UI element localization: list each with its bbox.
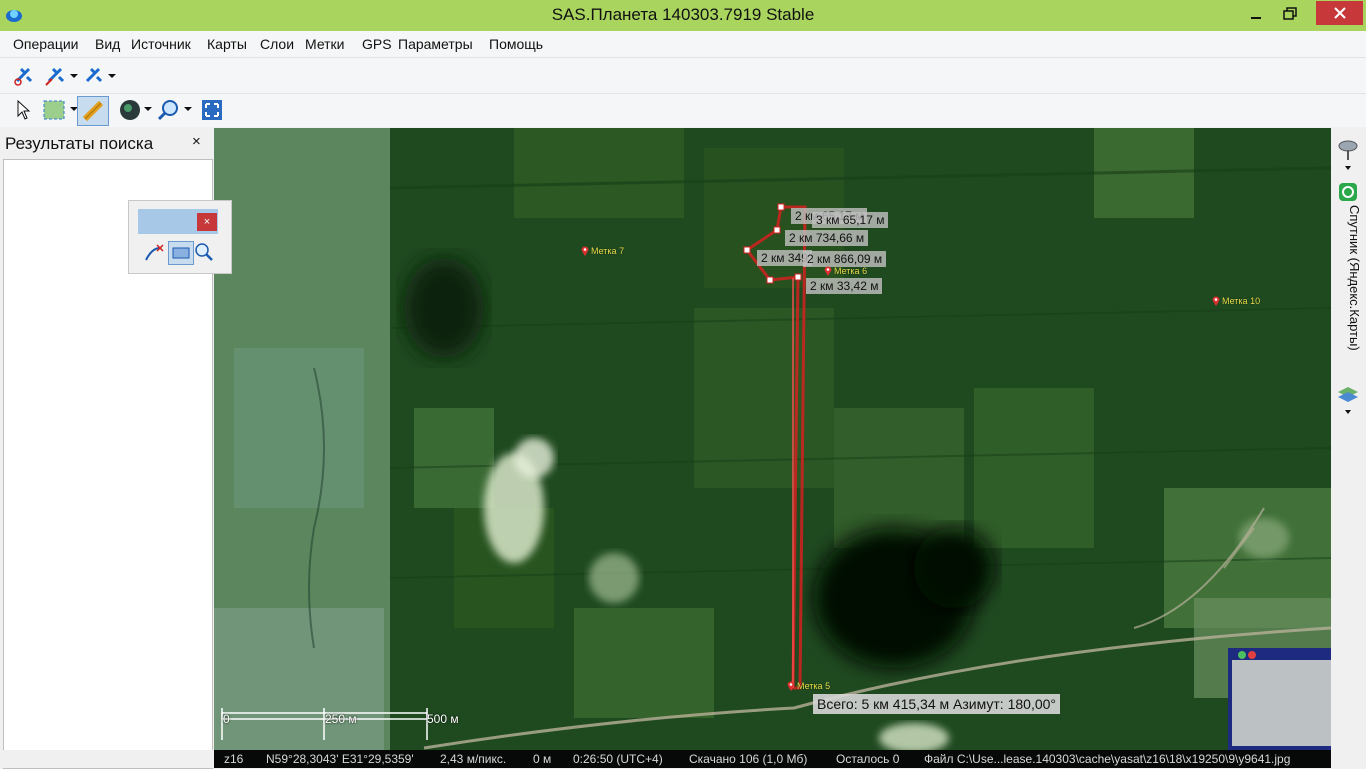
map-source-label[interactable]: Спутник (Яндекс.Карты) <box>1340 205 1362 375</box>
minimize-icon <box>1251 17 1261 19</box>
fullscreen-button[interactable] <box>199 98 225 122</box>
placemark-5[interactable]: Метка 5 <box>787 681 830 691</box>
restore-icon <box>1283 7 1297 20</box>
ruler-icon <box>82 100 104 122</box>
minimap-view <box>1232 660 1331 746</box>
toolbar-close-button[interactable]: × <box>197 213 217 231</box>
chevron-down-icon[interactable] <box>108 74 116 78</box>
placemark-label: Метка 5 <box>797 681 831 691</box>
status-resolution: 2,43 м/пикс. <box>440 752 507 766</box>
select-area-button[interactable] <box>41 98 67 122</box>
placemark-7[interactable]: Метка 7 <box>581 246 624 256</box>
menu-help[interactable]: Помощь <box>489 36 543 52</box>
panel-close-button[interactable]: × <box>192 133 201 150</box>
menu-bar: Операции Вид Источник Карты Слои Метки G… <box>0 31 1366 58</box>
magnifier-icon <box>195 243 213 261</box>
minimap-zoom-icons <box>1238 651 1256 659</box>
map-source-button[interactable] <box>1337 181 1359 203</box>
fullscreen-icon <box>202 100 222 120</box>
satellite-icon <box>14 67 33 86</box>
status-remaining: Осталось 0 <box>836 752 900 766</box>
scale-label: 500 м <box>427 712 459 726</box>
status-coordinates: N59°28,3043' E31°29,5359' <box>266 752 414 766</box>
layers-icon <box>1338 387 1358 414</box>
menu-maps[interactable]: Карты <box>207 36 247 52</box>
line-delete-icon <box>145 244 164 261</box>
status-altitude: 0 м <box>533 752 552 766</box>
satellite-icon <box>45 67 65 86</box>
status-file: Файл C:\Use...lease.140303\cache\yasat\z… <box>924 752 1291 766</box>
segment-label: 2 км 866,09 м <box>803 251 887 267</box>
chevron-down-icon[interactable] <box>184 107 192 111</box>
zoom-to-path-button[interactable] <box>193 241 215 263</box>
scale-label: 250 м <box>325 712 357 726</box>
panel-title: Результаты поиска <box>5 134 154 153</box>
satellite-imagery <box>214 128 1331 750</box>
move-tool-button[interactable] <box>12 98 36 122</box>
gps-settings-button[interactable] <box>80 65 106 87</box>
gps-track-button[interactable] <box>42 65 68 87</box>
select-area-icon <box>43 100 65 120</box>
menu-gps[interactable]: GPS <box>362 36 392 52</box>
gps-connect-button[interactable] <box>10 65 36 87</box>
total-distance-label: Всего: 5 км 415,34 м Азимут: 180,00° <box>813 694 1060 714</box>
chevron-down-icon[interactable] <box>144 107 152 111</box>
cursor-icon <box>17 100 31 120</box>
minimap[interactable] <box>1228 648 1331 750</box>
segment-label: 2 км 734,66 м <box>785 230 869 246</box>
menu-parameters[interactable]: Параметры <box>398 36 473 52</box>
segment-label: 2 км 33,42 м <box>806 278 883 294</box>
satellite-icon <box>85 67 103 83</box>
delete-point-button[interactable] <box>143 241 165 263</box>
globe-button[interactable] <box>117 98 143 122</box>
status-time: 0:26:50 (UTC+4) <box>573 752 663 766</box>
placemark-10[interactable]: Метка 10 <box>1212 296 1260 306</box>
map-source-icon <box>1339 183 1357 201</box>
scale-label: 0 <box>223 712 230 726</box>
satellite-dish-icon <box>1338 140 1358 170</box>
placemark-label: Метка 6 <box>834 266 868 276</box>
main-toolbar <box>0 94 1366 127</box>
menu-layers[interactable]: Слои <box>260 36 294 52</box>
close-icon <box>1333 7 1346 19</box>
globe-icon <box>120 100 140 120</box>
segment-label: 3 км 65,17 м <box>812 212 889 228</box>
menu-view[interactable]: Вид <box>95 36 120 52</box>
status-downloaded: Скачано 106 (1,0 Мб) <box>689 752 808 766</box>
map-view[interactable]: 2 км 65,17 м 3 км 65,17 м 2 км 734,66 м … <box>214 128 1331 750</box>
placemark-label: Метка 10 <box>1222 296 1261 306</box>
chevron-down-icon[interactable] <box>70 74 78 78</box>
maximize-button[interactable] <box>1270 0 1310 28</box>
placemark-6[interactable]: Метка 6 <box>824 266 867 276</box>
menu-source[interactable]: Источник <box>131 36 191 52</box>
zoom-button[interactable] <box>155 98 181 122</box>
menu-marks[interactable]: Метки <box>305 36 345 52</box>
layers-button[interactable] <box>1335 382 1361 416</box>
map-pin-icon <box>824 266 832 276</box>
ruler-tool-button[interactable] <box>77 96 109 126</box>
title-bar: SAS.Планета 140303.7919 Stable <box>0 0 1366 31</box>
save-path-button[interactable] <box>168 241 194 265</box>
gps-layer-button[interactable] <box>1335 136 1361 170</box>
gps-toolbar <box>0 58 1366 94</box>
window-title: SAS.Планета 140303.7919 Stable <box>551 5 815 24</box>
map-pin-icon <box>581 246 589 256</box>
magnifier-icon <box>157 100 178 121</box>
close-button[interactable] <box>1316 1 1363 25</box>
placemark-label: Метка 7 <box>591 246 625 256</box>
path-save-icon <box>172 247 190 259</box>
status-bar: z16 N59°28,3043' E31°29,5359' 2,43 м/пик… <box>214 750 1331 768</box>
left-bottom-strip <box>0 750 214 768</box>
map-pin-icon <box>787 681 795 691</box>
menu-operations[interactable]: Операции <box>13 36 79 52</box>
ruler-options-toolbar: × <box>128 200 232 274</box>
map-pin-icon <box>1212 296 1220 306</box>
status-zoom: z16 <box>224 752 244 766</box>
